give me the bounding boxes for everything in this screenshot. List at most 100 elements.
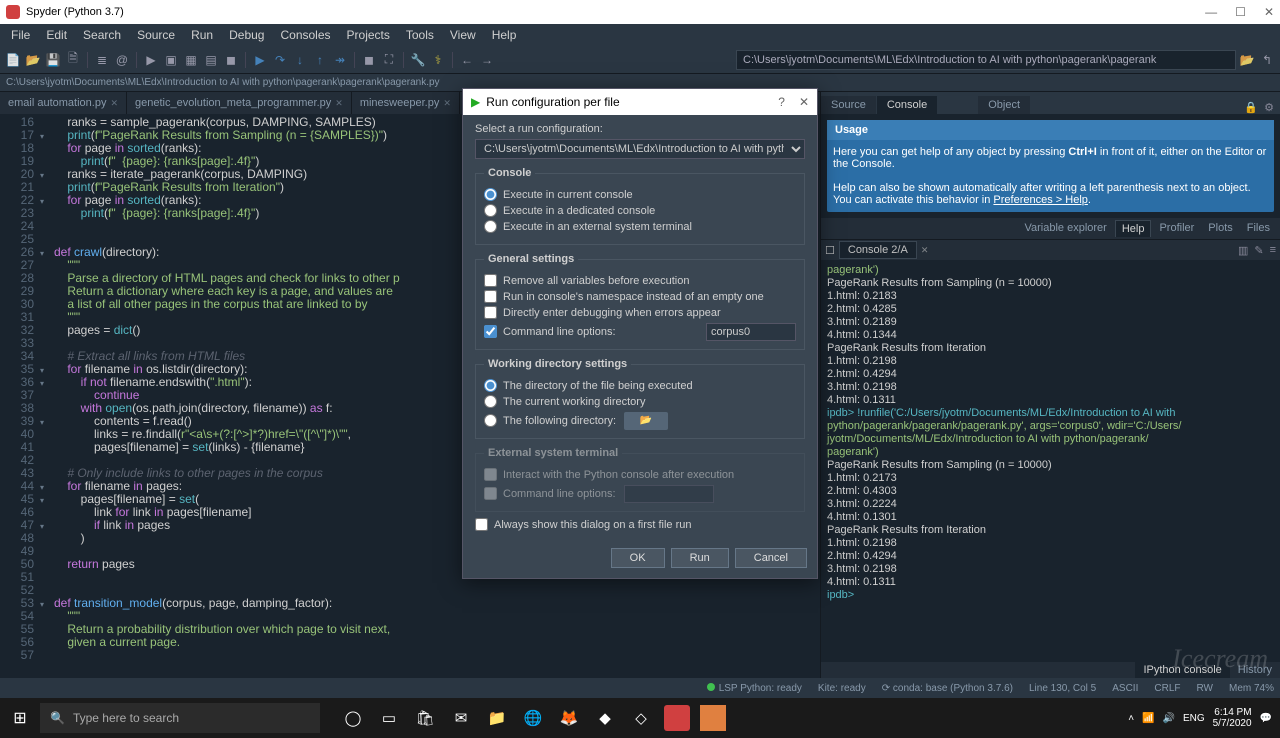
always-show-check[interactable]: Always show this dialog on a first file … (475, 518, 805, 531)
cmdline-input[interactable] (706, 323, 796, 341)
console-menu-icon[interactable]: ≡ (1270, 244, 1276, 257)
gen-opt-2[interactable]: Run in console's namespace instead of an… (484, 290, 796, 303)
list-icon[interactable]: ≣ (93, 51, 111, 69)
tool-tab[interactable]: Files (1241, 220, 1276, 237)
menu-help[interactable]: Help (485, 26, 524, 44)
close-icon[interactable]: ✕ (443, 98, 451, 109)
menu-consoles[interactable]: Consoles (273, 26, 337, 44)
taskbar-search[interactable]: 🔍 Type here to search (40, 703, 320, 733)
app2-icon[interactable]: ◇ (628, 705, 654, 731)
run-selection-icon[interactable]: ▤ (202, 51, 220, 69)
step-out-icon[interactable]: ↑ (311, 51, 329, 69)
stop-icon[interactable]: ◼ (222, 51, 240, 69)
tray-notif-icon[interactable]: 💬 (1260, 713, 1272, 724)
console-opt-0[interactable]: Execute in current console (484, 188, 796, 201)
cortana-icon[interactable]: ◯ (340, 705, 366, 731)
start-button[interactable]: ⊞ (0, 708, 40, 728)
continue-icon[interactable]: ↠ (331, 51, 349, 69)
func-icon[interactable]: @ (113, 51, 131, 69)
save-icon[interactable]: 💾 (44, 51, 62, 69)
tool-tab[interactable]: Help (1115, 220, 1152, 237)
gear-icon[interactable]: ⚙ (1264, 101, 1274, 114)
back-icon[interactable]: ← (458, 51, 476, 69)
menu-view[interactable]: View (443, 26, 483, 44)
minimize-button[interactable]: — (1205, 5, 1217, 19)
store-icon[interactable]: 🛍 (412, 705, 438, 731)
lock-icon[interactable]: 🔒 (1244, 101, 1258, 114)
maximize-pane-icon[interactable]: ⛶ (380, 51, 398, 69)
maximize-button[interactable]: ☐ (1235, 5, 1246, 19)
tray-up-icon[interactable]: ˄ (1128, 713, 1134, 724)
tool-tab[interactable]: Plots (1202, 220, 1238, 237)
save-all-icon[interactable]: 🗎 (64, 51, 82, 69)
forward-icon[interactable]: → (478, 51, 496, 69)
gen-opt-1[interactable]: Remove all variables before execution (484, 274, 796, 287)
explorer-icon[interactable]: 📁 (484, 705, 510, 731)
tab-object[interactable]: Object (978, 96, 1030, 114)
close-icon[interactable]: ✕ (335, 98, 343, 109)
tray-lang[interactable]: ENG (1183, 713, 1205, 724)
dialog-close-icon[interactable]: ✕ (799, 95, 809, 109)
console-stop-icon[interactable]: ☐ (821, 244, 839, 257)
new-file-icon[interactable]: 📄 (4, 51, 22, 69)
run-button[interactable]: Run (671, 548, 729, 568)
open-file-icon[interactable]: 📂 (24, 51, 42, 69)
wrench-icon[interactable]: 🔧 (409, 51, 427, 69)
menu-debug[interactable]: Debug (222, 26, 271, 44)
spyder-taskbar-icon[interactable] (664, 705, 690, 731)
cancel-button[interactable]: Cancel (735, 548, 807, 568)
menu-edit[interactable]: Edit (39, 26, 74, 44)
app1-icon[interactable]: ◆ (592, 705, 618, 731)
tab-file[interactable]: email automation.py✕ (0, 92, 127, 114)
tray-vol-icon[interactable]: 🔊 (1162, 713, 1174, 724)
parent-dir-icon[interactable]: ↰ (1258, 51, 1276, 69)
menu-source[interactable]: Source (130, 26, 182, 44)
tray-clock[interactable]: 6:14 PM5/7/2020 (1213, 707, 1252, 729)
tab-console[interactable]: Console (877, 96, 937, 114)
code-source[interactable]: ranks = sample_pagerank(corpus, DAMPING,… (40, 114, 400, 678)
menu-run[interactable]: Run (184, 26, 220, 44)
browse-folder-button[interactable]: 📂 (624, 412, 668, 430)
ok-button[interactable]: OK (611, 548, 665, 568)
mail-icon[interactable]: ✉ (448, 705, 474, 731)
wd-opt-1[interactable]: The current working directory (484, 395, 796, 408)
debug-icon[interactable]: ▶ (251, 51, 269, 69)
taskview-icon[interactable]: ▭ (376, 705, 402, 731)
menu-projects[interactable]: Projects (340, 26, 397, 44)
tab-file[interactable]: minesweeper.py✕ (352, 92, 460, 114)
browse-dir-icon[interactable]: 📂 (1238, 51, 1256, 69)
bottom-tab[interactable]: IPython console (1135, 662, 1229, 678)
gen-opt-4[interactable]: Command line options: (484, 325, 616, 338)
wd-opt-2[interactable]: The following directory: (484, 414, 616, 427)
step-in-icon[interactable]: ↓ (291, 51, 309, 69)
tab-file[interactable]: genetic_evolution_meta_programmer.py✕ (127, 92, 352, 114)
python-icon[interactable]: ⚕ (429, 51, 447, 69)
menu-search[interactable]: Search (76, 26, 128, 44)
run-icon[interactable]: ▶ (142, 51, 160, 69)
stop-debug-icon[interactable]: ◼ (360, 51, 378, 69)
console-tab[interactable]: Console 2/A (839, 241, 917, 259)
close-button[interactable]: ✕ (1264, 5, 1274, 19)
close-console-icon[interactable]: ✕ (917, 245, 929, 256)
chrome-icon[interactable]: 🌐 (520, 705, 546, 731)
console-edit-icon[interactable]: ✎ (1254, 244, 1263, 257)
console-opt-2[interactable]: Execute in an external system terminal (484, 220, 796, 233)
working-dir-field[interactable]: C:\Users\jyotm\Documents\ML\Edx\Introduc… (736, 50, 1236, 70)
firefox-icon[interactable]: 🦊 (556, 705, 582, 731)
tab-source[interactable]: Source (821, 96, 876, 114)
run-cell-next-icon[interactable]: ▦ (182, 51, 200, 69)
gen-opt-3[interactable]: Directly enter debugging when errors app… (484, 306, 796, 319)
app3-icon[interactable] (700, 705, 726, 731)
step-over-icon[interactable]: ↷ (271, 51, 289, 69)
wd-opt-0[interactable]: The directory of the file being executed (484, 379, 796, 392)
tool-tab[interactable]: Variable explorer (1018, 220, 1112, 237)
tool-tab[interactable]: Profiler (1153, 220, 1200, 237)
run-cell-icon[interactable]: ▣ (162, 51, 180, 69)
menu-file[interactable]: File (4, 26, 37, 44)
config-select[interactable]: C:\Users\jyotm\Documents\ML\Edx\Introduc… (475, 139, 805, 159)
console-opt-1[interactable]: Execute in a dedicated console (484, 204, 796, 217)
bottom-tab[interactable]: History (1230, 662, 1280, 678)
menu-tools[interactable]: Tools (399, 26, 441, 44)
tray-wifi-icon[interactable]: 📶 (1142, 713, 1154, 724)
console-opt-icon[interactable]: ▥ (1238, 244, 1248, 257)
